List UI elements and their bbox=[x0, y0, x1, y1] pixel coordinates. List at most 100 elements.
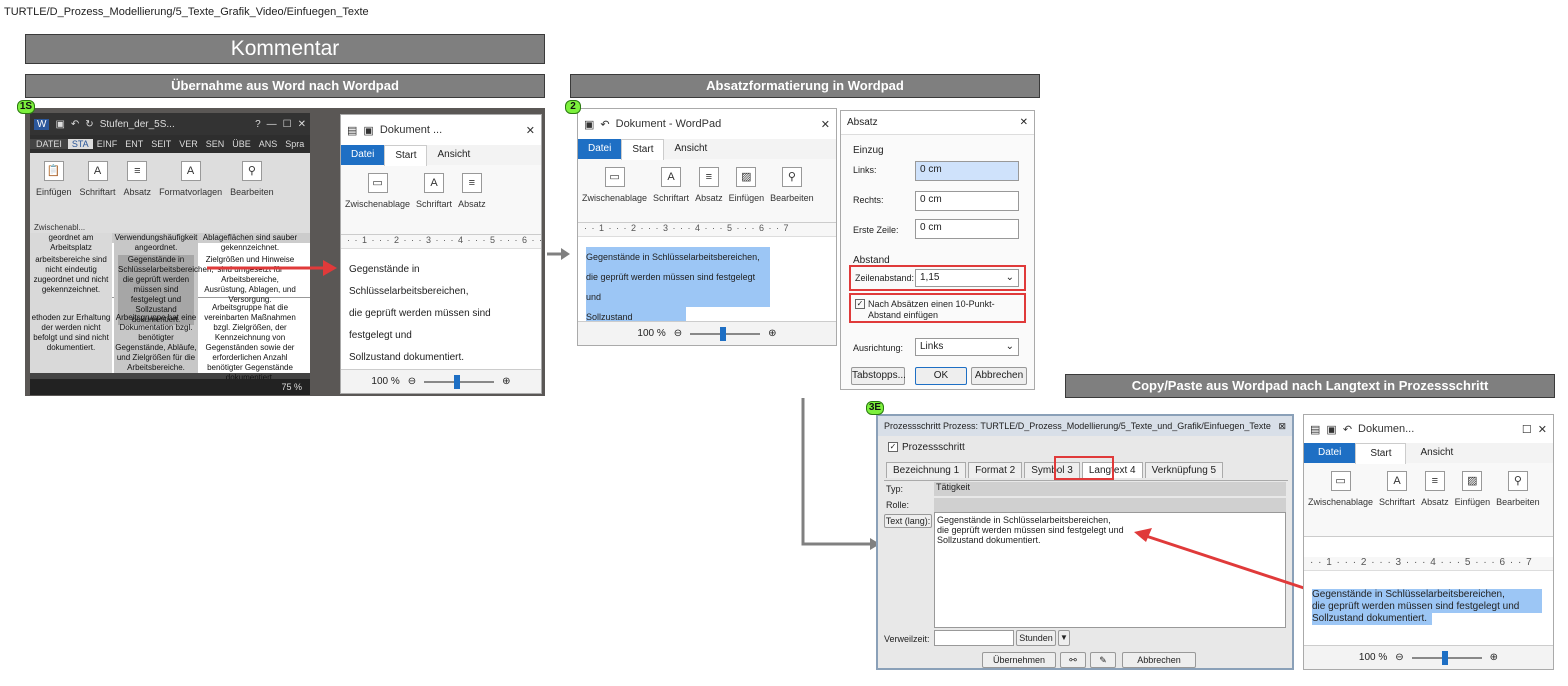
tab-start[interactable]: Start bbox=[1355, 442, 1407, 464]
word-tab-spra[interactable]: Spra bbox=[281, 139, 308, 149]
document-body[interactable]: Gegenstände in Schlüsselarbeitsbereichen… bbox=[1304, 571, 1553, 635]
tab-ansicht[interactable]: Ansicht bbox=[664, 139, 717, 159]
styles-icon: A bbox=[180, 161, 201, 181]
schriftart-group[interactable]: A Schriftart bbox=[651, 163, 691, 218]
link-icon[interactable]: ⚯ bbox=[1060, 652, 1086, 668]
bearbeiten-group[interactable]: ⚲ Bearbeiten bbox=[768, 163, 816, 218]
close-icon[interactable]: ✕ bbox=[298, 119, 306, 130]
step3-header: Copy/Paste aus Wordpad nach Langtext in … bbox=[1065, 374, 1555, 398]
word-absatz-group[interactable]: ≡ Absatz bbox=[122, 157, 154, 219]
erste-zeile-input[interactable]: 0 cm bbox=[915, 219, 1019, 239]
tabstopps-button[interactable]: Tabstopps... bbox=[851, 367, 906, 385]
pencil-icon[interactable]: ✎ bbox=[1090, 652, 1116, 668]
word-tab-sen[interactable]: SEN bbox=[202, 139, 229, 149]
undo-icon[interactable]: ↶ bbox=[600, 118, 609, 131]
close-icon[interactable]: ✕ bbox=[821, 118, 830, 131]
close-icon[interactable]: ✕ bbox=[526, 124, 535, 137]
tab-datei[interactable]: Datei bbox=[578, 139, 622, 159]
kommentar-header: Kommentar bbox=[25, 34, 545, 64]
arrow-wordpad-to-langtext bbox=[1134, 528, 1311, 592]
tab-datei[interactable]: Datei bbox=[341, 145, 385, 165]
zoom-in-icon[interactable]: ⊕ bbox=[1490, 652, 1498, 663]
table-cell: Verwendungshäufigkeit angeordnet. bbox=[114, 233, 198, 252]
zoom-out-icon[interactable]: ⊖ bbox=[408, 376, 416, 387]
minimize-icon[interactable]: — bbox=[267, 119, 277, 130]
word-einfuegen-group[interactable]: 📋 Einfügen bbox=[34, 157, 74, 219]
rechts-label: Rechts: bbox=[853, 195, 884, 205]
einfuegen-group[interactable]: ▨ Einfügen bbox=[727, 163, 767, 218]
word-tab-ver[interactable]: VER bbox=[175, 139, 202, 149]
tab-start[interactable]: Start bbox=[621, 138, 665, 160]
save-icon[interactable]: ▣ bbox=[584, 118, 594, 131]
tab-start[interactable]: Start bbox=[384, 144, 428, 166]
rechts-input[interactable]: 0 cm bbox=[915, 191, 1019, 211]
save-icon[interactable]: ▣ bbox=[1326, 423, 1336, 436]
tab-ansicht[interactable]: Ansicht bbox=[427, 145, 480, 165]
absatz-group[interactable]: ≡ Absatz bbox=[693, 163, 725, 218]
zwischenablage-group[interactable]: ▭ Zwischenablage bbox=[343, 169, 412, 230]
paragraph-icon: ≡ bbox=[127, 161, 148, 181]
tab-ansicht[interactable]: Ansicht bbox=[1406, 443, 1467, 463]
word-schriftart-group[interactable]: A Schriftart bbox=[78, 157, 118, 219]
absatz-group[interactable]: ≡ Absatz bbox=[1419, 467, 1451, 532]
word-bearbeiten-group[interactable]: ⚲ Bearbeiten bbox=[228, 157, 276, 219]
arrow-step1-to-step2 bbox=[547, 248, 570, 260]
zoom-slider[interactable] bbox=[424, 374, 495, 389]
save-icon[interactable]: ▣ bbox=[55, 119, 64, 130]
abbrechen-button[interactable]: Abbrechen bbox=[971, 367, 1027, 385]
clipboard-icon: ▭ bbox=[604, 167, 625, 187]
font-icon: A bbox=[661, 167, 682, 187]
zwischenablage-group[interactable]: ▭ Zwischenablage bbox=[1306, 467, 1375, 532]
word-formatvorlagen-group[interactable]: A Formatvorlagen bbox=[157, 157, 224, 219]
document-body[interactable]: Gegenstände in Schlüsselarbeitsbereichen… bbox=[341, 249, 541, 379]
word-zoom[interactable]: 75 % bbox=[30, 379, 310, 395]
undo-icon[interactable]: ↶ bbox=[1343, 423, 1352, 436]
schriftart-group[interactable]: A Schriftart bbox=[1377, 467, 1417, 532]
word-tab-ube[interactable]: ÜBE bbox=[228, 139, 255, 149]
close-icon[interactable]: ✕ bbox=[1020, 117, 1028, 128]
maximize-icon[interactable]: ☐ bbox=[1522, 423, 1532, 436]
close-icon[interactable]: ⊠ bbox=[1278, 421, 1286, 432]
verweilzeit-input[interactable] bbox=[934, 630, 1014, 646]
word-tab-einf[interactable]: EINF bbox=[93, 139, 122, 149]
help-icon[interactable]: ? bbox=[255, 119, 261, 130]
rolle-field[interactable] bbox=[934, 498, 1286, 512]
zoom-in-icon[interactable]: ⊕ bbox=[768, 328, 776, 339]
close-icon[interactable]: ✕ bbox=[1538, 423, 1547, 436]
unit-select[interactable]: Stunden bbox=[1016, 630, 1056, 646]
tab-bezeichnung[interactable]: Bezeichnung 1 bbox=[886, 462, 967, 478]
zoom-out-icon[interactable]: ⊖ bbox=[1395, 652, 1403, 663]
uebernehmen-button[interactable]: Übernehmen bbox=[982, 652, 1056, 668]
einfuegen-group[interactable]: ▨ Einfügen bbox=[1453, 467, 1493, 532]
undo-icon[interactable]: ↶ bbox=[71, 119, 79, 130]
word-tab-ans[interactable]: ANS bbox=[255, 139, 282, 149]
prozessschritt-checkbox[interactable]: ✓ Prozessschritt bbox=[888, 442, 965, 453]
doc-line-selected: die geprüft werden müssen sind festgeleg… bbox=[1312, 601, 1542, 613]
abbrechen-button[interactable]: Abbrechen bbox=[1122, 652, 1196, 668]
tab-datei[interactable]: Datei bbox=[1304, 443, 1356, 463]
zoom-out-icon[interactable]: ⊖ bbox=[674, 328, 682, 339]
save-icon[interactable]: ▣ bbox=[363, 124, 373, 137]
links-input[interactable]: 0 cm bbox=[915, 161, 1019, 181]
zwischenablage-group[interactable]: ▭ Zwischenablage bbox=[580, 163, 649, 218]
bearbeiten-group[interactable]: ⚲ Bearbeiten bbox=[1494, 467, 1542, 532]
word-tab-ent[interactable]: ENT bbox=[121, 139, 147, 149]
schriftart-group[interactable]: A Schriftart bbox=[414, 169, 454, 230]
paste-icon: 📋 bbox=[43, 161, 64, 181]
zoom-slider[interactable] bbox=[1411, 650, 1482, 665]
zoom-slider[interactable] bbox=[690, 326, 761, 341]
zoom-in-icon[interactable]: ⊕ bbox=[502, 376, 510, 387]
maximize-icon[interactable]: ☐ bbox=[283, 119, 292, 130]
redo-icon[interactable]: ↻ bbox=[85, 119, 93, 130]
chevron-down-icon[interactable]: ▼ bbox=[1058, 630, 1070, 646]
tab-format[interactable]: Format 2 bbox=[968, 462, 1023, 478]
ausrichtung-select[interactable]: Links ⌄ bbox=[915, 338, 1019, 356]
paragraph-icon: ≡ bbox=[461, 173, 482, 193]
tab-verknuepfung[interactable]: Verknüpfung 5 bbox=[1144, 462, 1224, 478]
word-tab-seit[interactable]: SEIT bbox=[147, 139, 175, 149]
absatz-group[interactable]: ≡ Absatz bbox=[456, 169, 488, 230]
word-tab-start[interactable]: STA bbox=[67, 139, 93, 149]
word-tab-datei[interactable]: DATEI bbox=[30, 139, 68, 149]
text-lang-button[interactable]: Text (lang): bbox=[884, 514, 932, 528]
ok-button[interactable]: OK bbox=[915, 367, 967, 385]
